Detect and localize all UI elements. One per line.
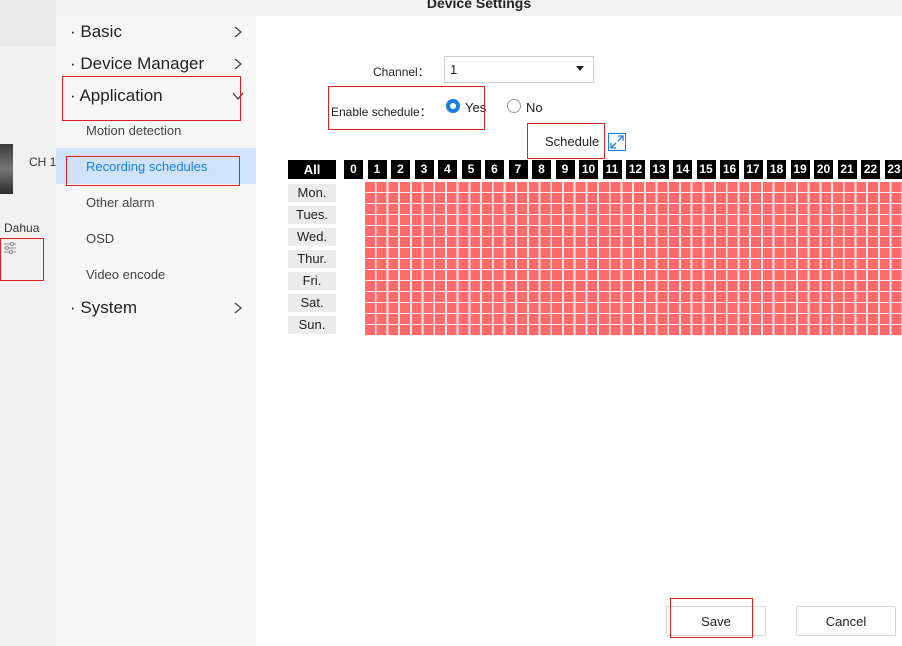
sidebar-group-basic[interactable]: · Basic: [70, 22, 122, 42]
channel-label: Channel：: [373, 65, 430, 79]
hour-header-cell[interactable]: 15: [696, 160, 716, 179]
annotation-box-settings-icon: [0, 238, 44, 281]
select-all-button[interactable]: All: [288, 160, 336, 179]
day-row-label[interactable]: Sat.: [288, 294, 336, 312]
hour-header-cell[interactable]: 9: [555, 160, 575, 179]
hour-header-cell[interactable]: 11: [602, 160, 622, 179]
hour-header-cell[interactable]: 14: [673, 160, 692, 179]
sidebar-item-other-alarm[interactable]: Other alarm: [86, 195, 155, 210]
day-row-label[interactable]: Tues.: [288, 206, 336, 224]
annotation-box-application: [62, 76, 241, 121]
annotation-box-schedule: [527, 123, 605, 159]
camera-label: CH 1: [29, 155, 57, 169]
day-row-label[interactable]: Fri.: [288, 272, 336, 290]
annotation-box-save: [670, 598, 753, 638]
hour-header-cell[interactable]: 0: [344, 160, 363, 179]
day-row-label[interactable]: Thur.: [288, 250, 336, 268]
hour-header-cell[interactable]: 17: [743, 160, 763, 179]
annotation-box-enable-schedule: [328, 86, 485, 130]
background-panel: [0, 0, 56, 646]
chevron-right-icon: [234, 58, 243, 70]
hour-header-cell[interactable]: 20: [814, 160, 833, 179]
hour-header-cell[interactable]: 3: [414, 160, 434, 179]
day-row-label[interactable]: Mon.: [288, 184, 336, 202]
hour-header-cell[interactable]: 12: [626, 160, 645, 179]
schedule-grid[interactable]: [365, 182, 902, 336]
hour-header-cell[interactable]: 13: [649, 160, 669, 179]
sidebar-item-video-encode[interactable]: Video encode: [86, 267, 165, 282]
hour-header-cell[interactable]: 2: [391, 160, 410, 179]
day-row-label[interactable]: Wed.: [288, 228, 336, 246]
sidebar-item-osd[interactable]: OSD: [86, 231, 114, 246]
chevron-right-icon: [234, 302, 243, 314]
hour-header-cell[interactable]: 5: [461, 160, 481, 179]
hour-header-cell[interactable]: 22: [861, 160, 880, 179]
channel-select[interactable]: [444, 56, 594, 83]
hour-header-cell[interactable]: 8: [532, 160, 551, 179]
device-name: Dahua: [4, 221, 40, 235]
day-row-label[interactable]: Sun.: [288, 316, 336, 334]
cancel-button[interactable]: Cancel: [796, 606, 896, 636]
hour-header-cell[interactable]: 19: [790, 160, 810, 179]
enable-no-label[interactable]: No: [526, 100, 543, 115]
sidebar-item-motion-detection[interactable]: Motion detection: [86, 123, 181, 138]
hour-header-cell[interactable]: 21: [837, 160, 857, 179]
sidebar-group-device-manager[interactable]: · Device Manager: [70, 54, 204, 74]
background-header: [0, 0, 56, 46]
hour-header-cell[interactable]: 7: [508, 160, 528, 179]
annotation-box-recording-schedules: [66, 156, 240, 186]
enable-no-radio[interactable]: [507, 99, 521, 113]
hour-header-cell[interactable]: 1: [367, 160, 387, 179]
hour-header-cell[interactable]: 4: [438, 160, 457, 179]
channel-select-value: 1: [450, 62, 458, 77]
hour-header-cell[interactable]: 6: [485, 160, 504, 179]
hour-header-cell[interactable]: 16: [720, 160, 739, 179]
dialog-title: Device Settings: [426, 0, 532, 11]
chevron-right-icon: [234, 26, 243, 38]
expand-icon[interactable]: [608, 133, 626, 151]
sidebar-group-system[interactable]: · System: [70, 298, 137, 318]
hour-header-cell[interactable]: 23: [884, 160, 902, 179]
caret-down-icon: [576, 66, 584, 71]
hour-header-cell[interactable]: 10: [579, 160, 598, 179]
hour-header-cell[interactable]: 18: [767, 160, 786, 179]
camera-thumbnail[interactable]: [0, 144, 13, 194]
